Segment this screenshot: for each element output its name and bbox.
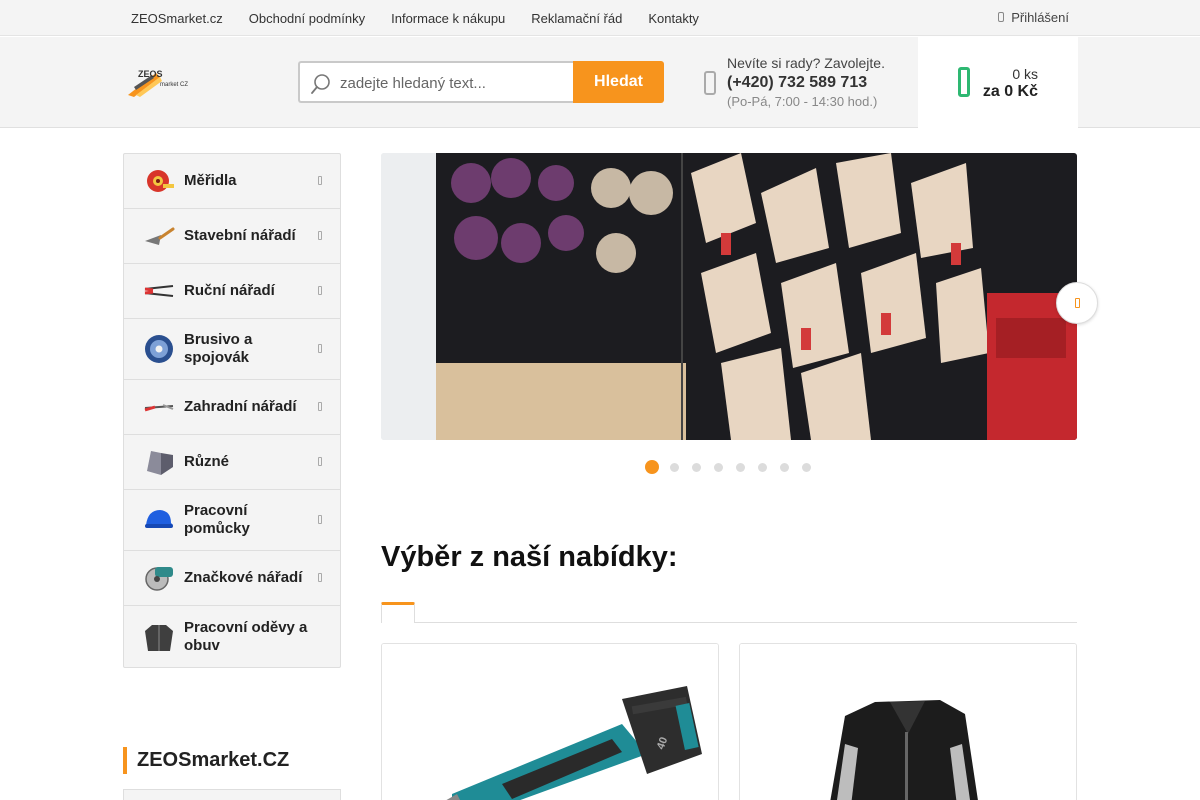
top-link-purchase-info[interactable]: Informace k nákupu: [391, 11, 505, 26]
banner-slider[interactable]: [381, 153, 1077, 440]
chevron-right-icon: [318, 176, 322, 185]
category-item-pracovni-pomucky[interactable]: Pracovní pomůcky: [124, 490, 340, 551]
hard-hat-icon: [143, 505, 175, 535]
slider-dot-1[interactable]: [645, 460, 659, 474]
top-link-terms[interactable]: Obchodní podmínky: [249, 11, 365, 26]
top-link-home[interactable]: ZEOSmarket.cz: [131, 11, 223, 26]
brand-section-box: [123, 789, 341, 800]
brand-section-title: ZEOSmarket.CZ: [123, 747, 289, 774]
slider-dot-5[interactable]: [736, 462, 745, 472]
category-item-meridla[interactable]: Měřidla: [124, 154, 340, 209]
chevron-right-icon: [1075, 298, 1080, 308]
category-item-brusivo[interactable]: Brusivo a spojovák: [124, 319, 340, 380]
cart-widget[interactable]: 0 ks za 0 Kč: [918, 37, 1078, 128]
chevron-right-icon: [318, 515, 322, 524]
header: ZEOS market CZ Hledat Nevíte si rady? Za…: [0, 37, 1200, 128]
slider-pagination: [645, 460, 824, 474]
top-nav: ZEOSmarket.cz Obchodní podmínky Informac…: [131, 0, 725, 36]
site-logo[interactable]: ZEOS market CZ: [126, 65, 190, 99]
cart-count: 0 ks: [1012, 66, 1038, 82]
category-label: Měřidla: [184, 172, 237, 189]
svg-text:market CZ: market CZ: [160, 82, 188, 88]
pliers-icon: [143, 276, 175, 306]
category-label: Pracovní oděvy a obuv: [184, 618, 308, 654]
chevron-right-icon: [318, 573, 322, 582]
slider-dot-6[interactable]: [758, 462, 767, 472]
top-link-complaints[interactable]: Reklamační řád: [531, 11, 622, 26]
login-label: Přihlášení: [1011, 9, 1069, 25]
svg-text:ZEOS: ZEOS: [138, 69, 163, 79]
trowel-icon: [143, 221, 175, 251]
product-image-work-jacket: [740, 644, 1076, 800]
phone-icon: [704, 71, 716, 95]
product-card[interactable]: [739, 643, 1077, 800]
slider-next-button[interactable]: [1056, 282, 1098, 324]
pruner-icon: [143, 392, 175, 422]
category-item-pracovni-odevy[interactable]: Pracovní oděvy a obuv: [124, 606, 340, 667]
slider-dot-4[interactable]: [714, 462, 723, 472]
category-item-stavebni-naradi[interactable]: Stavební nářadí: [124, 209, 340, 264]
chevron-right-icon: [318, 344, 322, 353]
login-link[interactable]: Přihlášení: [998, 0, 1069, 34]
cart-icon: [958, 67, 970, 97]
product-image-angle-grinder: 40: [382, 644, 718, 800]
contact-phone[interactable]: (+420) 732 589 713: [727, 72, 885, 94]
tabs-divider: [381, 622, 1077, 623]
category-label: Brusivo a spojovák: [184, 331, 253, 366]
banner-image-abrasives-rack: [381, 153, 1077, 440]
chevron-right-icon: [318, 286, 322, 295]
category-label: Značkové nářadí: [184, 569, 303, 586]
offer-tab-active[interactable]: [381, 602, 415, 623]
search-box: [298, 61, 574, 103]
slider-dot-2[interactable]: [670, 462, 679, 472]
user-icon: [998, 12, 1005, 22]
category-label: Zahradní nářadí: [184, 398, 297, 415]
tape-measure-icon: [143, 166, 175, 196]
category-item-zahradni-naradi[interactable]: Zahradní nářadí: [124, 380, 340, 435]
category-label: Různé: [184, 453, 229, 470]
top-link-contacts[interactable]: Kontakty: [648, 11, 699, 26]
category-item-znackove-naradi[interactable]: Značkové nářadí: [124, 551, 340, 606]
slider-dot-7[interactable]: [780, 462, 789, 472]
chevron-right-icon: [318, 457, 322, 466]
circular-saw-icon: [143, 563, 175, 593]
category-item-ruzne[interactable]: Různé: [124, 435, 340, 490]
category-label: Ruční nářadí: [184, 282, 275, 299]
angle-bracket-icon: [143, 447, 175, 477]
search-button[interactable]: Hledat: [573, 61, 664, 103]
top-bar: ZEOSmarket.cz Obchodní podmínky Informac…: [0, 0, 1200, 36]
contact-info: Nevíte si rady? Zavolejte. (+420) 732 58…: [727, 54, 885, 110]
cart-total: za 0 Kč: [982, 83, 1038, 100]
chevron-right-icon: [318, 231, 322, 240]
chevron-right-icon: [318, 402, 322, 411]
offer-section-title: Výběr z naší nabídky:: [381, 541, 678, 573]
category-label: Pracovní pomůcky: [184, 502, 250, 537]
search-input[interactable]: [340, 72, 568, 94]
category-menu: Měřidla Stavební nářadí Ruční nářadí Bru…: [123, 153, 341, 668]
category-label: Stavební nářadí: [184, 227, 296, 244]
grinding-disc-icon: [143, 334, 175, 364]
contact-hours: (Po-Pá, 7:00 - 14:30 hod.): [727, 94, 878, 109]
work-jacket-icon: [143, 622, 175, 652]
slider-dot-8[interactable]: [802, 462, 811, 472]
product-card[interactable]: 40: [381, 643, 719, 800]
contact-question: Nevíte si rady? Zavolejte.: [727, 55, 885, 71]
slider-dot-3[interactable]: [692, 462, 701, 472]
search-icon: [311, 74, 330, 94]
category-item-rucni-naradi[interactable]: Ruční nářadí: [124, 264, 340, 319]
search-form: Hledat: [298, 61, 664, 103]
